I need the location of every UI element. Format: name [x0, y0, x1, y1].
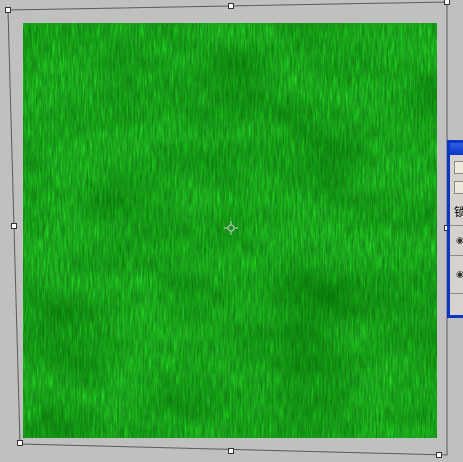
- eye-icon[interactable]: ◉: [456, 271, 463, 280]
- panel-divider: [450, 293, 463, 294]
- handle-bottom-center[interactable]: [228, 448, 234, 454]
- handle-top-center[interactable]: [228, 3, 234, 9]
- panel-divider: [450, 225, 463, 226]
- handle-bottom-left[interactable]: [17, 440, 23, 446]
- eye-icon[interactable]: ◉: [456, 237, 463, 246]
- handle-top-right[interactable]: [444, 0, 450, 5]
- layers-panel[interactable]: 锁 ◉ ◉: [447, 140, 463, 318]
- panel-divider: [450, 255, 463, 256]
- crosshair-icon[interactable]: [224, 221, 238, 235]
- panel-tab[interactable]: [454, 161, 463, 174]
- handle-bottom-right[interactable]: [436, 452, 442, 458]
- handle-middle-left[interactable]: [11, 223, 17, 229]
- panel-dropdown[interactable]: [454, 181, 463, 194]
- panel-titlebar[interactable]: [450, 143, 463, 155]
- handle-top-left[interactable]: [5, 7, 11, 13]
- document-workspace: 锁 ◉ ◉: [0, 0, 463, 462]
- panel-lock-label: 锁: [454, 203, 463, 220]
